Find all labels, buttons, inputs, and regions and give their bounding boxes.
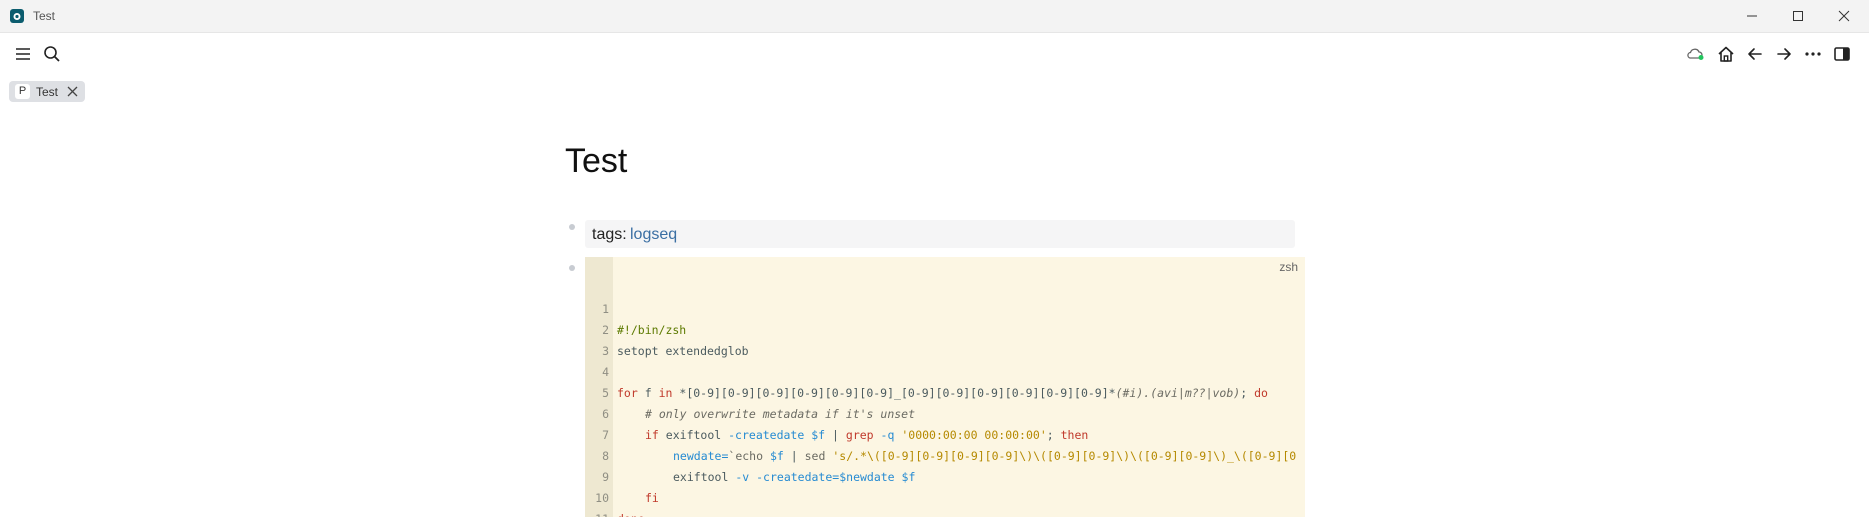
line-number: 11	[585, 509, 609, 517]
code-language-label: zsh	[1279, 260, 1298, 274]
code-line: 10 done	[585, 467, 645, 517]
code-text: newdate=`echo $f | sed 's/.*\([0-9][0-9]…	[673, 449, 1297, 463]
page-title[interactable]: Test	[565, 142, 627, 181]
tab-page-badge: P	[15, 84, 30, 99]
block-bullet[interactable]	[569, 265, 575, 271]
code-line: 1 #!/bin/zsh	[585, 278, 686, 337]
minimize-icon[interactable]	[1737, 6, 1767, 26]
tab-label: Test	[36, 85, 59, 99]
close-icon[interactable]	[1829, 6, 1859, 26]
code-comment: # only overwrite metadata if it's unset	[645, 407, 916, 421]
tab-test[interactable]: P Test	[9, 81, 85, 102]
tab-close-icon[interactable]	[65, 84, 80, 99]
code-line: 6 if exiftool -createdate $f | grep -q '…	[585, 383, 1088, 442]
arrow-left-icon[interactable]	[1745, 44, 1765, 64]
cloud-sync-icon[interactable]	[1685, 44, 1705, 64]
block-bullet[interactable]	[569, 224, 575, 230]
code-text: done	[617, 509, 645, 517]
code-text: setopt extendedglob	[617, 344, 749, 358]
more-icon[interactable]	[1803, 44, 1823, 64]
code-line: 4 for f in *[0-9][0-9][0-9][0-9][0-9][0-…	[585, 341, 1268, 400]
code-block[interactable]: zsh 1 #!/bin/zsh 2 setopt extendedglob 3…	[585, 257, 1305, 517]
window-titlebar: Test	[0, 0, 1869, 33]
menu-icon[interactable]	[13, 44, 33, 64]
code-line: 3	[585, 320, 613, 358]
app-icon	[10, 9, 24, 23]
home-icon[interactable]	[1716, 44, 1736, 64]
code-text: for f in *[0-9][0-9][0-9][0-9][0-9][0-9]…	[617, 386, 1268, 400]
maximize-icon[interactable]	[1783, 6, 1813, 26]
tag-link[interactable]: logseq	[630, 226, 677, 244]
property-key: tags:	[592, 226, 627, 243]
code-line: 2 setopt extendedglob	[585, 299, 749, 358]
code-text: exiftool -v -createdate=$newdate $f	[673, 470, 916, 484]
code-text: fi	[645, 491, 659, 505]
code-line: 11	[585, 488, 613, 517]
arrow-right-icon[interactable]	[1774, 44, 1794, 64]
code-line: 5 # only overwrite metadata if it's unse…	[585, 362, 915, 421]
window-title: Test	[33, 9, 56, 23]
code-line: 8 exiftool -v -createdate=$newdate $f	[585, 425, 915, 484]
code-line: 7 newdate=`echo $f | sed 's/.*\([0-9][0-…	[585, 404, 1296, 463]
page-properties[interactable]: tags: logseq	[585, 220, 1295, 248]
sidebar-toggle-icon[interactable]	[1832, 44, 1852, 64]
search-icon[interactable]	[42, 44, 62, 64]
code-line: 9 fi	[585, 446, 659, 505]
code-text: if exiftool -createdate $f | grep -q '00…	[645, 428, 1089, 442]
code-text: #!/bin/zsh	[617, 323, 687, 337]
